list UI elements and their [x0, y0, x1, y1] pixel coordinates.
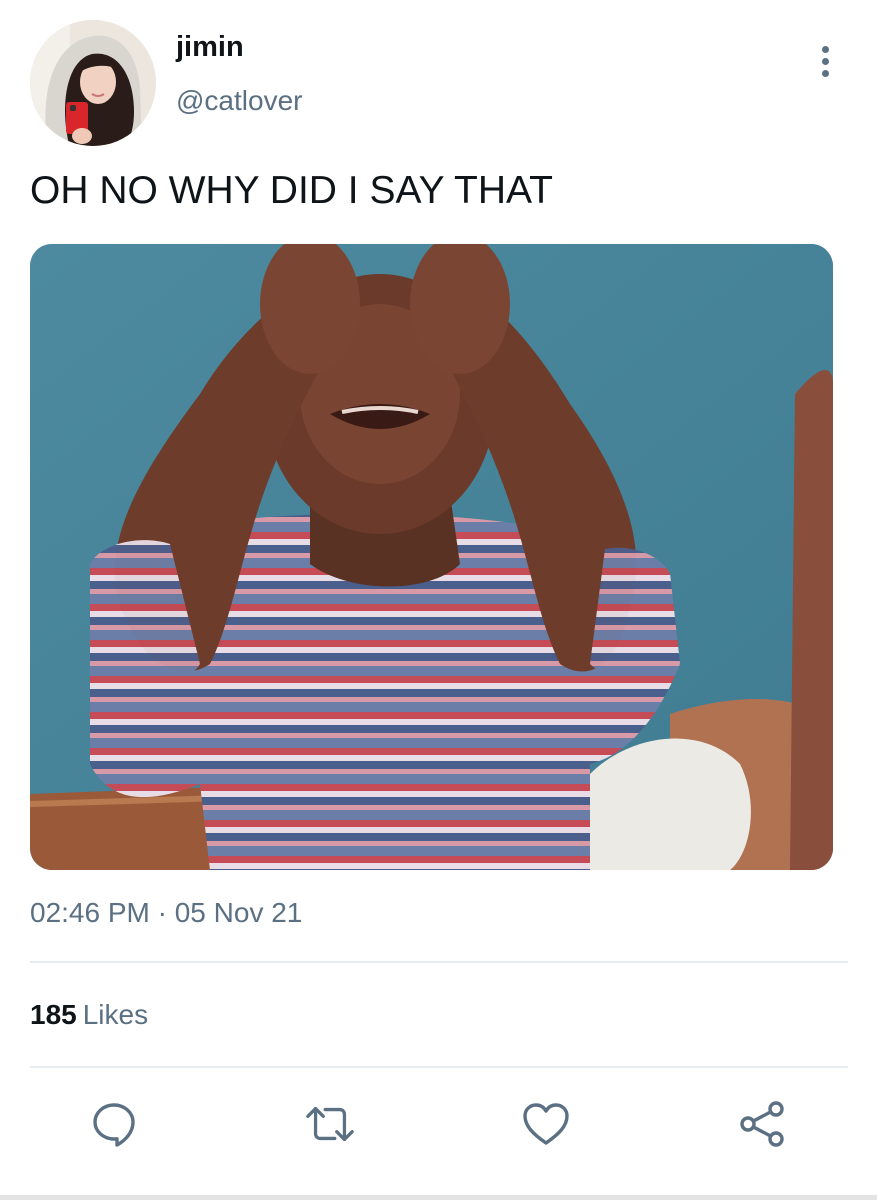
like-button[interactable] — [520, 1098, 572, 1150]
share-icon — [740, 1101, 784, 1147]
ellipsis-dot — [821, 57, 829, 65]
bottom-edge — [0, 1195, 877, 1200]
tweet-image[interactable] — [30, 244, 833, 870]
crying-child-photo — [30, 244, 833, 870]
divider — [30, 1066, 848, 1068]
tweet-card: jimin @catlover OH NO WHY DID I SAY THAT — [0, 0, 877, 1200]
vertical-ellipsis-icon — [821, 45, 829, 53]
ellipsis-dot — [821, 69, 829, 77]
display-name[interactable]: jimin — [176, 30, 244, 64]
avatar-image — [30, 20, 156, 146]
avatar[interactable] — [30, 20, 156, 146]
likes-stat[interactable]: 185 Likes — [30, 998, 148, 1032]
reply-button[interactable] — [88, 1098, 140, 1150]
share-button[interactable] — [737, 1098, 789, 1150]
comment-icon — [93, 1103, 135, 1147]
divider — [30, 961, 848, 963]
likes-label: Likes — [82, 999, 149, 1030]
more-options-button[interactable] — [808, 40, 842, 82]
retweet-icon — [306, 1106, 354, 1142]
likes-count: 185 — [30, 999, 77, 1030]
heart-icon — [523, 1103, 569, 1145]
retweet-button[interactable] — [304, 1098, 356, 1150]
user-handle[interactable]: @catlover — [176, 84, 302, 118]
tweet-text: OH NO WHY DID I SAY THAT — [30, 169, 553, 212]
tweet-timestamp[interactable]: 02:46 PM · 05 Nov 21 — [30, 896, 302, 930]
